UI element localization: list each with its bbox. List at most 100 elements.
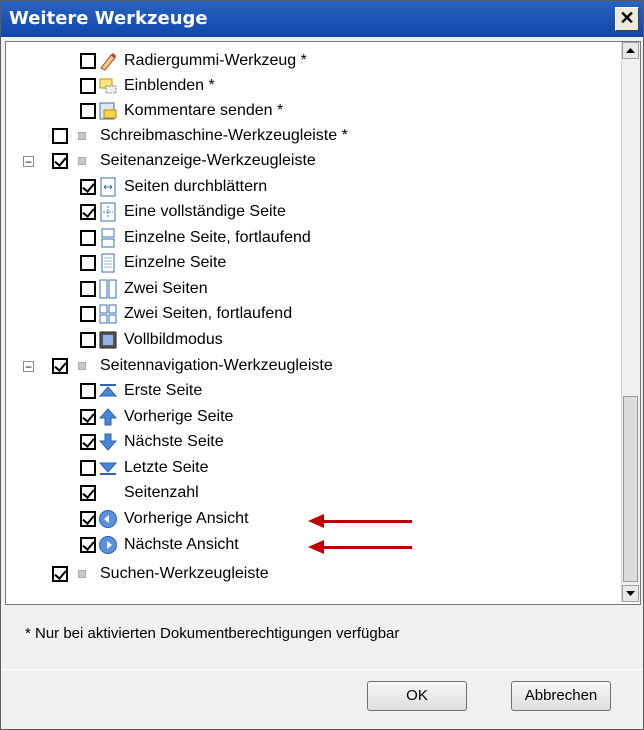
checkbox[interactable] xyxy=(80,53,96,69)
tree-item-label: Nächste Ansicht xyxy=(124,536,239,553)
tree-item-page-number[interactable]: Seitenzahl xyxy=(80,481,199,505)
tree-item-label: Kommentare senden * xyxy=(124,102,284,119)
checkbox[interactable] xyxy=(80,460,96,476)
dialog-window: Weitere Werkzeuge ✕ Radiergummi-Werkzeug… xyxy=(0,0,644,730)
checkbox[interactable] xyxy=(80,255,96,271)
page-scroll-icon xyxy=(100,177,116,197)
checkbox[interactable] xyxy=(80,230,96,246)
tree-item-label: Seiten durchblättern xyxy=(124,178,268,195)
fit-page-icon xyxy=(100,202,116,222)
tree-item-page-scroll[interactable]: Seiten durchblättern xyxy=(80,175,267,199)
tree-item-label: Vollbildmodus xyxy=(124,331,223,348)
checkbox[interactable] xyxy=(80,485,96,501)
tree-item-previous-page[interactable]: Vorherige Seite xyxy=(80,405,233,429)
tree-item-label: Schreibmaschine-Werkzeugleiste * xyxy=(100,127,348,144)
tree-item-first-page[interactable]: Erste Seite xyxy=(80,379,202,403)
checkbox[interactable] xyxy=(52,566,68,582)
tree-item-label: Eine vollständige Seite xyxy=(124,203,286,220)
scroll-down-button[interactable] xyxy=(622,585,639,602)
checkbox[interactable] xyxy=(52,153,68,169)
toolbar-bullet-icon xyxy=(78,157,86,165)
eraser-icon xyxy=(100,53,116,71)
last-page-icon xyxy=(98,462,118,475)
checkbox[interactable] xyxy=(80,103,96,119)
annotation-arrow xyxy=(322,546,412,549)
toolbar-bullet-icon xyxy=(78,132,86,140)
first-page-icon xyxy=(98,384,118,397)
tree-item-single-page[interactable]: Einzelne Seite xyxy=(80,251,226,275)
tree-item-label: Einzelne Seite, fortlaufend xyxy=(124,229,311,246)
tree-item-fullscreen[interactable]: Vollbildmodus xyxy=(80,328,223,352)
checkbox[interactable] xyxy=(80,306,96,322)
two-pages-icon xyxy=(99,279,117,299)
tree-item-label: Seitennavigation-Werkzeugleiste xyxy=(100,357,333,374)
checkbox[interactable] xyxy=(80,511,96,527)
previous-page-icon xyxy=(98,408,118,426)
tree-item-label: Einzelne Seite xyxy=(124,254,227,271)
tools-tree: Radiergummi-Werkzeug * Einblenden * Komm… xyxy=(5,41,641,605)
toolbar-bullet-icon xyxy=(78,362,86,370)
tree-item-show[interactable]: Einblenden * xyxy=(80,74,215,98)
checkbox[interactable] xyxy=(80,332,96,348)
tree-item-eraser[interactable]: Radiergummi-Werkzeug * xyxy=(80,49,307,73)
single-page-icon xyxy=(101,253,115,273)
checkbox[interactable] xyxy=(80,409,96,425)
show-comments-icon xyxy=(99,78,117,94)
next-view-icon xyxy=(99,536,117,554)
tree-item-last-page[interactable]: Letzte Seite xyxy=(80,456,209,480)
previous-view-icon xyxy=(99,510,117,528)
checkbox[interactable] xyxy=(52,358,68,374)
annotation-arrowhead xyxy=(308,540,324,554)
checkbox[interactable] xyxy=(80,179,96,195)
tree-item-single-continuous[interactable]: Einzelne Seite, fortlaufend xyxy=(80,226,311,250)
title-bar: Weitere Werkzeuge ✕ xyxy=(1,1,643,37)
tree-item-search-toolbar[interactable]: Suchen-Werkzeugleiste xyxy=(52,562,269,586)
tree-item-label: Seitenanzeige-Werkzeugleiste xyxy=(100,152,316,169)
cancel-button[interactable]: Abbrechen xyxy=(511,681,611,711)
checkbox[interactable] xyxy=(80,281,96,297)
two-pages-continuous-icon xyxy=(99,304,117,324)
next-page-icon xyxy=(98,433,118,451)
tree-item-label: Erste Seite xyxy=(124,382,203,399)
dialog-title: Weitere Werkzeuge xyxy=(9,8,208,29)
tree-item-two-pages[interactable]: Zwei Seiten xyxy=(80,277,208,301)
checkbox[interactable] xyxy=(52,128,68,144)
collapse-icon[interactable]: − xyxy=(23,156,34,168)
fullscreen-icon xyxy=(99,331,117,349)
tree-item-next-page[interactable]: Nächste Seite xyxy=(80,430,224,454)
tree-item-page-display-toolbar[interactable]: Seitenanzeige-Werkzeugleiste xyxy=(52,149,316,173)
scrollbar-thumb[interactable] xyxy=(623,396,638,582)
tree-item-send-comments[interactable]: Kommentare senden * xyxy=(80,99,283,123)
tree-item-label: Seitenzahl xyxy=(124,484,199,501)
tree-item-previous-view[interactable]: Vorherige Ansicht xyxy=(80,507,249,531)
tree-item-fit-page[interactable]: Eine vollständige Seite xyxy=(80,200,286,224)
close-icon: ✕ xyxy=(619,8,635,28)
send-comments-icon xyxy=(99,102,117,120)
tree-item-label: Letzte Seite xyxy=(124,459,209,476)
annotation-arrow xyxy=(322,520,412,523)
divider xyxy=(1,669,643,670)
checkbox[interactable] xyxy=(80,434,96,450)
tree-item-two-pages-continuous[interactable]: Zwei Seiten, fortlaufend xyxy=(80,302,292,326)
tree-item-label: Vorherige Ansicht xyxy=(124,510,249,527)
ok-button[interactable]: OK xyxy=(367,681,467,711)
tree-item-label: Einblenden * xyxy=(124,77,215,94)
checkbox[interactable] xyxy=(80,383,96,399)
arrow-up-icon xyxy=(626,48,635,53)
tree-item-next-view[interactable]: Nächste Ansicht xyxy=(80,533,239,557)
toolbar-bullet-icon xyxy=(78,570,86,578)
tree-item-label: Suchen-Werkzeugleiste xyxy=(100,565,269,582)
close-button[interactable]: ✕ xyxy=(615,7,639,31)
tree-item-typewriter-toolbar[interactable]: Schreibmaschine-Werkzeugleiste * xyxy=(52,124,348,148)
tree-item-label: Radiergummi-Werkzeug * xyxy=(124,52,307,69)
checkbox[interactable] xyxy=(80,537,96,553)
checkbox[interactable] xyxy=(80,204,96,220)
tree-item-page-navigation-toolbar[interactable]: Seitennavigation-Werkzeugleiste xyxy=(52,354,333,378)
checkbox[interactable] xyxy=(80,78,96,94)
tree-item-label: Zwei Seiten xyxy=(124,280,208,297)
footnote: * Nur bei aktivierten Dokumentberechtigu… xyxy=(25,625,400,642)
single-continuous-icon xyxy=(101,228,115,248)
vertical-scrollbar[interactable] xyxy=(621,42,640,602)
collapse-icon[interactable]: − xyxy=(23,361,34,373)
scroll-up-button[interactable] xyxy=(622,42,639,59)
